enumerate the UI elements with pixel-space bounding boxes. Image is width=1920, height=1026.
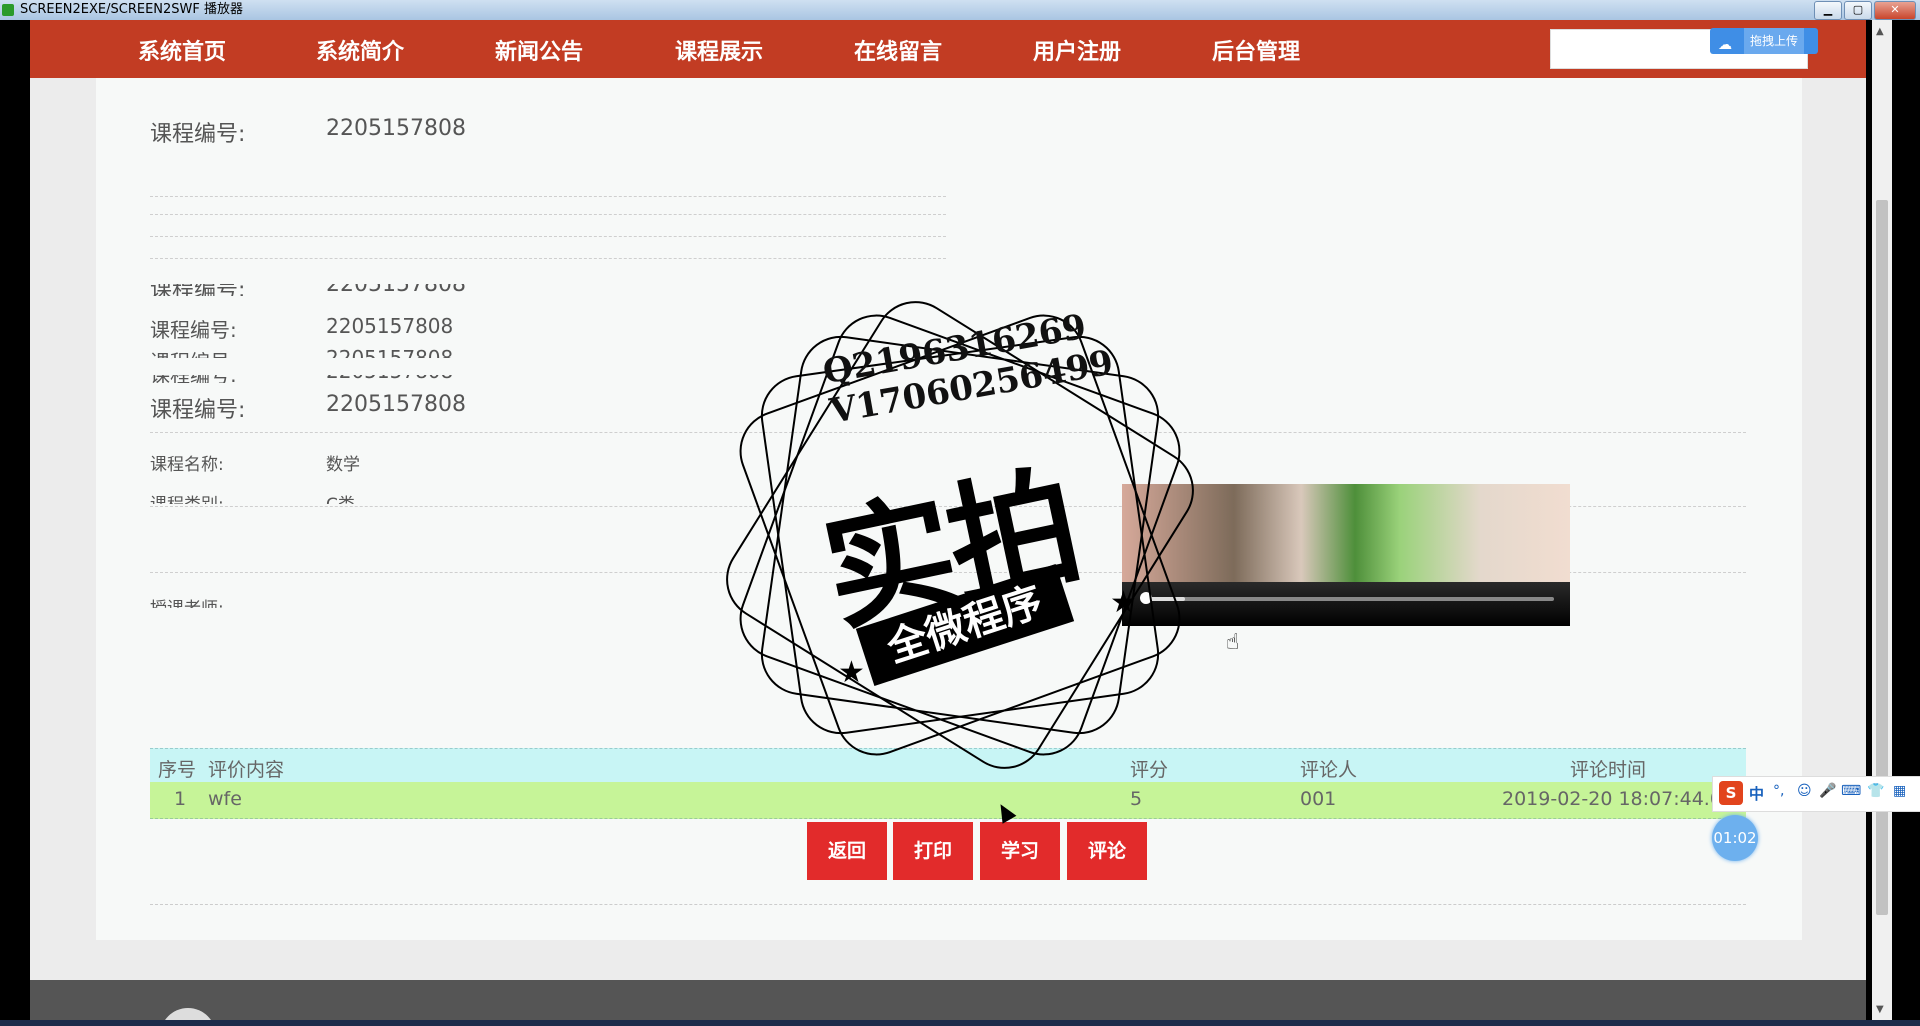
- back-button[interactable]: 返回: [807, 822, 887, 880]
- video-frame[interactable]: [1122, 484, 1570, 582]
- study-button[interactable]: 学习: [980, 822, 1060, 880]
- nav-messages[interactable]: 在线留言: [854, 34, 942, 66]
- divider: [150, 258, 946, 259]
- table-header: 序号 评价内容 评分 评论人 评论时间: [150, 748, 1746, 784]
- col-content: 评价内容: [208, 759, 285, 781]
- field-label: 授课老师:: [150, 596, 224, 608]
- sogou-logo-icon[interactable]: S: [1719, 781, 1743, 805]
- col-no: 序号: [158, 759, 197, 781]
- upload-badge[interactable]: ☁ 拖拽上传: [1710, 28, 1818, 54]
- field-value: 2205157808: [326, 375, 453, 383]
- review-button[interactable]: 评论: [1067, 822, 1147, 880]
- cell-content: wfe: [208, 788, 242, 810]
- punctuation-icon[interactable]: °,: [1773, 783, 1784, 799]
- divider: [150, 432, 1746, 433]
- field-label: 课程编号:: [150, 122, 246, 147]
- ghost-row: 课程编号: 2205157808: [150, 348, 1050, 358]
- main-navbar: 系统首页 系统简介 新闻公告 课程展示 在线留言 用户注册 后台管理 ☁ 拖拽上…: [30, 20, 1866, 78]
- page-footer: [30, 980, 1866, 1020]
- vertical-scrollbar[interactable]: ▲ ▼: [1872, 20, 1892, 1026]
- window-title: SCREEN2EXE/SCREEN2SWF 播放器: [20, 2, 243, 17]
- field-label: 课程编号:: [150, 398, 246, 423]
- field-value: C类: [326, 492, 355, 504]
- cell-time: 2019-02-20 18:07:44.0: [1502, 788, 1722, 810]
- table-row: 1 wfe 5 001 2019-02-20 18:07:44.0: [150, 782, 1746, 819]
- field-label: 课程名称:: [150, 455, 224, 475]
- window-controls: ▁ ▢ ✕: [1814, 1, 1916, 20]
- field-value: 2205157808: [326, 284, 466, 296]
- field-label: 课程编号:: [150, 284, 245, 296]
- ghost-row: 课程编号: 2205157808: [150, 375, 1050, 383]
- ghost-row: 课程编号: 2205157808: [150, 284, 1050, 296]
- scroll-up-icon[interactable]: ▲: [1876, 26, 1884, 37]
- cell-score: 5: [1130, 788, 1143, 810]
- field-value: 2205157808: [326, 348, 453, 358]
- scroll-down-icon[interactable]: ▼: [1876, 1004, 1884, 1015]
- print-button[interactable]: 打印: [893, 822, 973, 880]
- minimize-button[interactable]: ▁: [1814, 1, 1842, 20]
- col-time: 评论时间: [1570, 759, 1647, 781]
- field-value: 数学: [326, 455, 360, 475]
- field-teacher: 授课老师:: [150, 596, 1050, 608]
- toolbox-icon[interactable]: ▦: [1893, 783, 1906, 799]
- nav-news[interactable]: 新闻公告: [495, 34, 583, 66]
- emoji-icon[interactable]: ☺: [1797, 783, 1812, 799]
- upload-label: 拖拽上传: [1744, 28, 1805, 54]
- close-button[interactable]: ✕: [1874, 1, 1916, 20]
- field-value: 2205157808: [326, 314, 454, 338]
- field-label: 课程编号:: [150, 318, 237, 342]
- ime-mode[interactable]: 中: [1749, 783, 1764, 804]
- field-label: 课程类别:: [150, 492, 224, 504]
- keyboard-icon[interactable]: ⌨: [1841, 783, 1861, 799]
- field-course-type: 课程类别: C类: [150, 492, 1050, 504]
- cell-user: 001: [1300, 788, 1337, 810]
- divider: [150, 236, 946, 237]
- microphone-icon[interactable]: 🎤: [1819, 783, 1836, 799]
- nav-admin[interactable]: 后台管理: [1212, 34, 1300, 66]
- maximize-button[interactable]: ▢: [1844, 1, 1872, 20]
- nav-about[interactable]: 系统简介: [316, 34, 404, 66]
- divider: [150, 904, 1746, 905]
- col-user: 评论人: [1300, 759, 1358, 781]
- window-titlebar: SCREEN2EXE/SCREEN2SWF 播放器 ▁ ▢ ✕: [0, 0, 1920, 20]
- ime-toolbar[interactable]: S 中 °, ☺ 🎤 ⌨ 👕 ▦: [1712, 776, 1920, 812]
- divider: [150, 196, 946, 197]
- cell-no: 1: [174, 788, 187, 810]
- app-icon: [2, 4, 14, 16]
- recording-timer[interactable]: 01:02: [1712, 815, 1758, 861]
- video-player[interactable]: [1122, 484, 1570, 626]
- video-seek-handle[interactable]: [1140, 592, 1152, 604]
- cloud-icon: ☁: [1718, 37, 1732, 53]
- col-score: 评分: [1130, 759, 1169, 781]
- nav-courses[interactable]: 课程展示: [675, 34, 763, 66]
- nav-register[interactable]: 用户注册: [1033, 34, 1121, 66]
- skin-icon[interactable]: 👕: [1867, 783, 1884, 799]
- video-controls: [1122, 582, 1570, 626]
- video-progress[interactable]: [1144, 597, 1554, 601]
- hand-cursor-icon: ☝: [1226, 630, 1240, 655]
- field-label: 课程编号:: [150, 348, 237, 358]
- divider: [150, 214, 946, 215]
- taskbar-edge: [0, 1020, 1920, 1026]
- page-viewport: 系统首页 系统简介 新闻公告 课程展示 在线留言 用户注册 后台管理 ☁ 拖拽上…: [30, 20, 1866, 1020]
- field-label: 课程编号:: [150, 375, 237, 383]
- field-value: 2205157808: [326, 116, 466, 141]
- field-value: 2205157808: [326, 392, 466, 417]
- nav-home[interactable]: 系统首页: [138, 34, 226, 66]
